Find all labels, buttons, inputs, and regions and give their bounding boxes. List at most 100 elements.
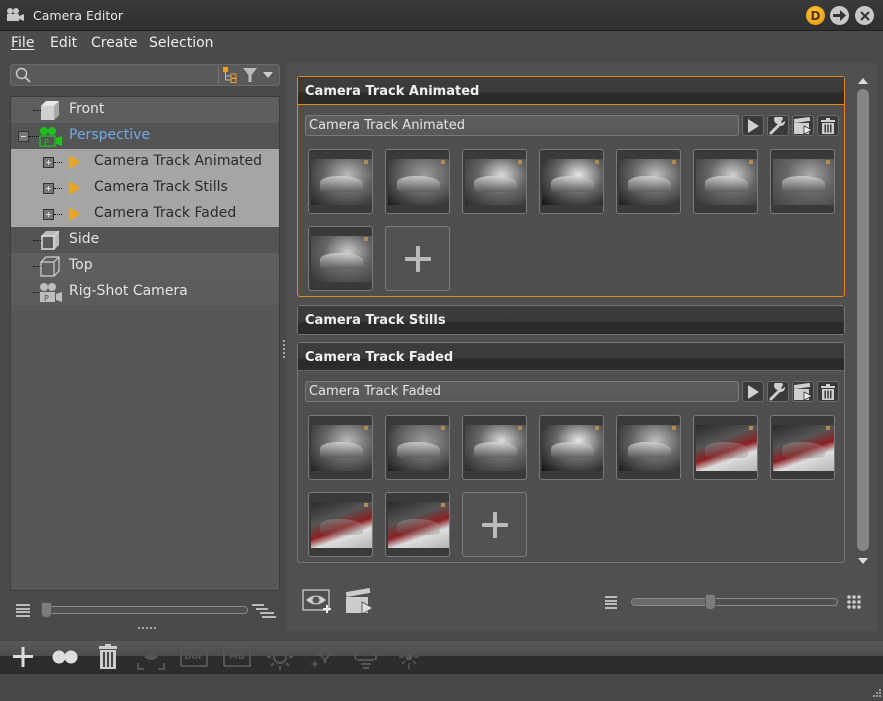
tracks-scroll-area: Camera Track Animated Camera Track Anima… <box>297 76 845 566</box>
window-title: Camera Editor <box>33 8 124 23</box>
pane-splitter[interactable] <box>283 340 285 358</box>
thumbnail-image <box>388 159 449 205</box>
track-name-field[interactable]: Camera Track Animated <box>305 115 739 136</box>
expand-toggle[interactable] <box>43 209 54 220</box>
slider-thumb[interactable] <box>705 594 717 610</box>
delete-track-button[interactable] <box>817 381 839 402</box>
camera-badge-icon <box>518 426 522 430</box>
thumbnail-size-slider[interactable] <box>631 598 838 606</box>
trash-icon <box>821 117 835 134</box>
thumbnail[interactable] <box>616 149 681 214</box>
thumbnail[interactable] <box>770 149 835 214</box>
tree-item-front[interactable]: Front <box>11 97 279 123</box>
pair-icon[interactable] <box>51 644 79 670</box>
tree-item-perspective[interactable]: P Perspective <box>11 123 279 149</box>
tree-item-side[interactable]: Side <box>11 227 279 253</box>
track-name-field[interactable]: Camera Track Faded <box>305 381 739 402</box>
scroll-up-icon[interactable] <box>858 78 868 84</box>
thumbnail[interactable] <box>308 149 373 214</box>
menu-bar: File Edit Create Selection <box>0 31 883 55</box>
thumbnail-image <box>696 425 757 471</box>
menu-file[interactable]: File <box>11 35 34 51</box>
render-clip-button[interactable] <box>792 381 814 402</box>
tree-item-top[interactable]: Top <box>11 253 279 279</box>
track-group-faded: Camera Track Faded Camera Track Faded <box>297 342 845 563</box>
menu-create[interactable]: Create <box>91 35 138 51</box>
camera-badge-icon <box>441 160 445 164</box>
filter-dropdown-icon[interactable] <box>263 72 273 78</box>
camera-app-icon <box>7 8 24 21</box>
add-thumbnail-button[interactable] <box>462 492 527 557</box>
camera-badge-icon <box>364 160 368 164</box>
bottom-toolbar: DoF MB <box>0 640 883 701</box>
thumbnail[interactable] <box>616 415 681 480</box>
group-header[interactable]: Camera Track Animated <box>298 77 844 105</box>
close-button[interactable] <box>855 6 874 25</box>
thumbnail-image <box>311 236 372 282</box>
thumbnail[interactable] <box>308 415 373 480</box>
thumbnail[interactable] <box>385 492 450 557</box>
thumbnail[interactable] <box>693 415 758 480</box>
render-clip-button[interactable] <box>792 115 814 136</box>
collapse-toggle[interactable] <box>18 131 29 142</box>
settings-button[interactable] <box>767 115 789 136</box>
add-view-icon[interactable] <box>302 589 332 615</box>
tree-item-camera-track-stills[interactable]: Camera Track Stills <box>11 175 279 201</box>
scrollbar-handle[interactable] <box>857 89 869 551</box>
thumbnail-image <box>619 159 680 205</box>
thumbnail[interactable] <box>385 415 450 480</box>
vertical-scrollbar[interactable] <box>855 76 871 566</box>
search-separator <box>218 66 219 84</box>
thumbnail[interactable] <box>693 149 758 214</box>
thumbnail[interactable] <box>308 226 373 291</box>
dof-label: DoF <box>184 652 204 662</box>
expand-toggle[interactable] <box>43 183 54 194</box>
filter-icon[interactable] <box>243 67 257 83</box>
play-icon <box>748 384 759 399</box>
new-clip-icon[interactable] <box>344 586 374 616</box>
track-group-stills: Camera Track Stills <box>297 305 845 335</box>
delete-track-button[interactable] <box>817 115 839 136</box>
thumbnail[interactable] <box>385 149 450 214</box>
play-button[interactable] <box>742 115 764 136</box>
trash-icon[interactable] <box>94 644 122 670</box>
thumbnail-image <box>311 159 372 205</box>
car-shape <box>319 442 364 459</box>
thumbnail[interactable] <box>770 415 835 480</box>
menu-selection[interactable]: Selection <box>149 35 214 51</box>
camera-badge-icon <box>749 160 753 164</box>
tree-item-rig-shot-camera[interactable]: P Rig-Shot Camera <box>11 279 279 305</box>
add-icon[interactable] <box>9 644 37 670</box>
list-size-slider[interactable] <box>41 606 248 614</box>
menu-edit[interactable]: Edit <box>50 35 77 51</box>
tree-item-camera-track-animated[interactable]: Camera Track Animated <box>11 149 279 175</box>
play-button[interactable] <box>742 381 764 402</box>
clapper-icon <box>793 116 813 135</box>
tree-item-label: Side <box>69 231 100 247</box>
tree-item-camera-track-faded[interactable]: Camera Track Faded <box>11 201 279 227</box>
tree-view-icon[interactable] <box>223 67 237 83</box>
thumbnail[interactable] <box>539 415 604 480</box>
thumbnail[interactable] <box>308 492 373 557</box>
mb-label: MB <box>229 652 245 662</box>
car-shape <box>319 519 364 536</box>
expand-toggle[interactable] <box>43 157 54 168</box>
group-header[interactable]: Camera Track Faded <box>298 343 844 371</box>
search-input[interactable] <box>10 64 280 86</box>
thumbnail[interactable] <box>462 149 527 214</box>
group-header[interactable]: Camera Track Stills <box>298 306 844 334</box>
settings-button[interactable] <box>767 381 789 402</box>
add-thumbnail-button[interactable] <box>385 226 450 291</box>
slider-fill <box>632 599 711 605</box>
track-group-animated: Camera Track Animated Camera Track Anima… <box>297 76 845 297</box>
tree-item-label: Top <box>69 257 93 273</box>
scroll-down-icon[interactable] <box>858 558 868 564</box>
dock-arrow-button[interactable] <box>830 6 849 25</box>
window-resize-grip[interactable] <box>871 689 881 699</box>
resize-grip[interactable] <box>138 627 156 629</box>
track-play-icon <box>69 181 81 195</box>
slider-thumb[interactable] <box>41 602 52 618</box>
thumbnail[interactable] <box>539 149 604 214</box>
thumbnail[interactable] <box>462 415 527 480</box>
d-badge-button[interactable]: D <box>806 6 825 25</box>
